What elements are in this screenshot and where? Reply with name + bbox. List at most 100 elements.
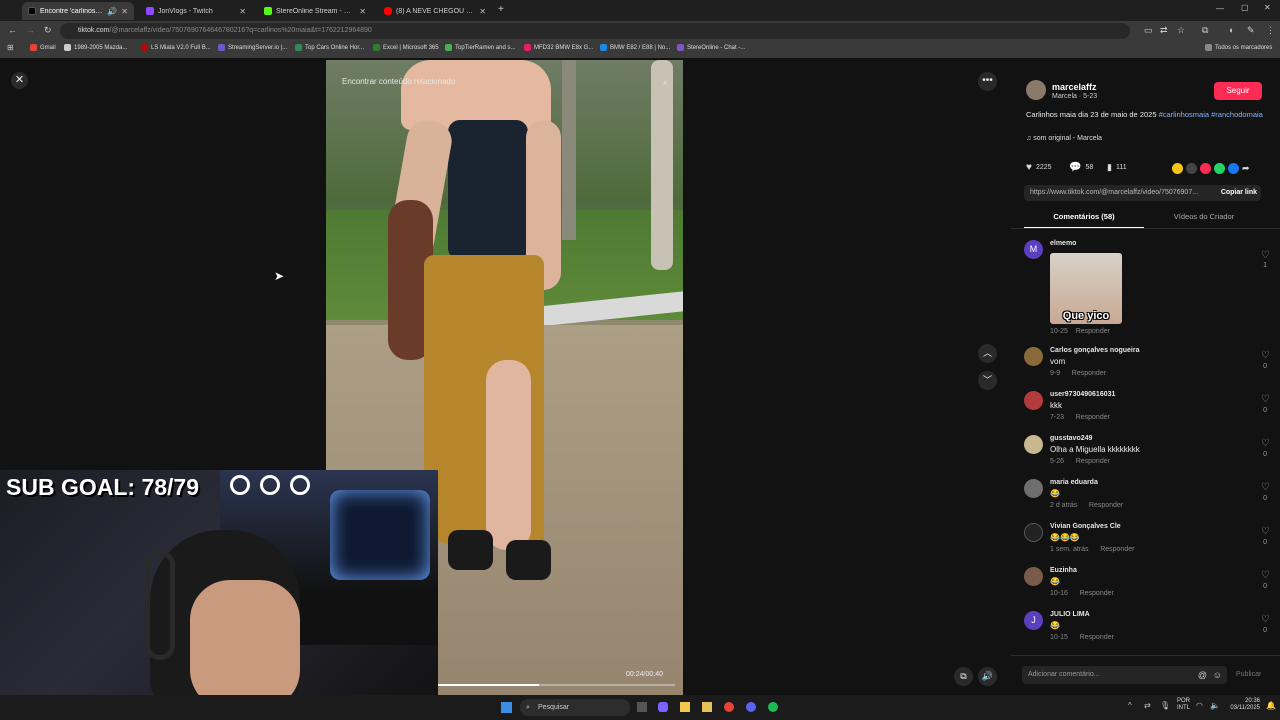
copy-link-button[interactable]: Copiar link <box>1221 185 1257 201</box>
wifi-icon[interactable]: ◠ <box>1196 701 1203 710</box>
apps-grid-icon[interactable]: ⊞ <box>7 43 14 52</box>
reply-button[interactable]: Responder <box>1100 546 1134 553</box>
speaker-icon[interactable]: 🔈 <box>1210 701 1220 710</box>
windows-start-icon[interactable] <box>501 702 512 713</box>
cast-icon[interactable]: ▭ <box>1144 25 1153 36</box>
close-tab-icon[interactable]: ✕ <box>121 7 128 16</box>
related-search-bar[interactable]: Encontrar conteúdo relacionado ⌕ <box>334 74 674 90</box>
hashtag-carlinhosmaia[interactable]: #carlinhosmaia <box>1159 110 1209 119</box>
maximize-icon[interactable]: ▢ <box>1241 3 1249 12</box>
comment-author[interactable]: Vivian Gonçalves Cle <box>1050 523 1121 530</box>
close-tab-icon[interactable]: ✕ <box>479 7 486 16</box>
facebook-icon[interactable] <box>1228 163 1239 174</box>
mention-icon[interactable]: @ <box>1198 666 1207 684</box>
tab-tiktok[interactable]: Encontre 'carlinos maia' no 🔊 ✕ <box>22 2 134 20</box>
send-icon[interactable] <box>1200 163 1211 174</box>
extensions-icon[interactable]: ⧉ <box>1202 25 1208 36</box>
comment-author[interactable]: user9730490616031 <box>1050 391 1115 398</box>
follow-button[interactable]: Seguir <box>1214 82 1262 100</box>
copilot-icon[interactable] <box>658 702 668 712</box>
comment-author[interactable]: Carlos gonçalves nogueira <box>1050 347 1139 354</box>
tray-chevron-icon[interactable]: ^ <box>1128 701 1132 710</box>
close-window-icon[interactable]: ✕ <box>1264 3 1271 12</box>
comment-stat[interactable]: 💬 58 <box>1069 162 1093 173</box>
save-stat[interactable]: ▮ 111 <box>1107 162 1127 173</box>
discord-icon[interactable] <box>746 702 756 712</box>
bookmark-mfd32[interactable]: MFD32 BMW E8x G... <box>524 44 593 51</box>
bookmark-gmail[interactable]: Gmail <box>30 44 56 51</box>
menu-dots-icon[interactable]: ⋮ <box>1266 25 1275 36</box>
comment-input[interactable]: Adicionar comentário... @ ☺ <box>1022 666 1227 684</box>
comment-author[interactable]: elmemo <box>1050 240 1076 247</box>
bookmark-stereonline-chat[interactable]: StereOnline - Chat -... <box>677 44 745 51</box>
tab-twitch[interactable]: JonVlogs - Twitch ✕ <box>140 2 252 20</box>
reply-button[interactable]: Responder <box>1089 502 1123 509</box>
url-field[interactable]: tiktok.com/@marcelaffz/video/75076907646… <box>60 23 1130 39</box>
translate-icon[interactable]: ⇄ <box>1160 25 1168 36</box>
comment-avatar[interactable] <box>1024 479 1043 498</box>
previous-video-button[interactable]: ︿ <box>978 344 997 363</box>
notification-icon[interactable]: 🔔 <box>1266 701 1276 710</box>
close-tab-icon[interactable]: ✕ <box>359 7 366 16</box>
comment-avatar[interactable] <box>1024 391 1043 410</box>
hashtag-ranchodomaia[interactable]: #ranchodomaia <box>1211 110 1263 119</box>
more-options-button[interactable]: ••• <box>978 72 997 91</box>
share-arrow-icon[interactable]: ➦ <box>1242 163 1253 174</box>
new-tab-icon[interactable]: + <box>498 4 504 15</box>
tab-creator-videos[interactable]: Vídeos do Criador <box>1144 210 1264 228</box>
tray-app-icon[interactable]: ⇄ <box>1144 701 1151 710</box>
bookmark-topcars[interactable]: Top Cars Online Hor... <box>295 44 364 51</box>
coin-icon[interactable] <box>1172 163 1183 174</box>
publish-button[interactable]: Publicar <box>1236 671 1261 678</box>
star-icon[interactable]: ☆ <box>1177 25 1185 36</box>
reply-button[interactable]: Responder <box>1080 590 1114 597</box>
bookmark-streamingserver[interactable]: StreamingServer.io |... <box>218 44 287 51</box>
comment-like-heart-icon[interactable]: ♡ <box>1261 570 1270 581</box>
close-tab-icon[interactable]: ✕ <box>239 7 246 16</box>
forward-icon[interactable]: → <box>26 25 35 35</box>
comment-like-heart-icon[interactable]: ♡ <box>1261 482 1270 493</box>
minimize-icon[interactable]: — <box>1216 4 1224 13</box>
file-explorer-icon[interactable] <box>680 702 690 712</box>
comment-author[interactable]: gusstavo249 <box>1050 435 1092 442</box>
reload-icon[interactable]: ↻ <box>44 25 52 36</box>
share-link-url[interactable]: https://www.tiktok.com/@marcelaffz/video… <box>1030 189 1198 196</box>
tab-youtube[interactable]: (8) A NEVE CHEGOU CEDO ESSE ✕ <box>378 2 492 20</box>
spotify-icon[interactable] <box>768 702 778 712</box>
all-bookmarks[interactable]: Todos os marcadores <box>1205 44 1272 51</box>
volume-button[interactable]: 🔊 <box>978 667 997 686</box>
comment-avatar[interactable]: M <box>1024 240 1043 259</box>
comment-like-heart-icon[interactable]: ♡ <box>1261 394 1270 405</box>
embed-icon[interactable] <box>1186 163 1197 174</box>
taskbar-search[interactable]: ⌕ Pesquisar <box>520 699 630 716</box>
search-icon[interactable]: ⌕ <box>663 74 668 90</box>
comment-author[interactable]: maria eduarda <box>1050 479 1098 486</box>
next-video-button[interactable]: ﹀ <box>978 371 997 390</box>
comment-avatar[interactable] <box>1024 523 1043 542</box>
bookmark-excel[interactable]: Excel | Microsoft 365 <box>373 44 439 51</box>
clock[interactable]: 20:36 03/11/2025 <box>1228 698 1260 712</box>
store-icon[interactable] <box>702 702 712 712</box>
emoji-icon[interactable]: ☺ <box>1213 666 1222 684</box>
close-video-button[interactable]: ✕ <box>11 72 28 89</box>
language-indicator[interactable]: POR INTL <box>1177 698 1190 712</box>
bookmark-mazda[interactable]: 1989-2005 Mazda... <box>64 44 127 51</box>
pip-button[interactable]: ⧉ <box>954 667 973 686</box>
bookmark-bmw-e82[interactable]: BMW E82 / E88 | No... <box>600 44 670 51</box>
reply-button[interactable]: Responder <box>1072 370 1106 377</box>
reply-button[interactable]: Responder <box>1080 634 1114 641</box>
comment-author[interactable]: JULIO LIMA <box>1050 611 1090 618</box>
sound-link[interactable]: ♫ som original - Marcela <box>1026 135 1102 142</box>
comment-author[interactable]: Euzinha <box>1050 567 1077 574</box>
comment-like-heart-icon[interactable]: ♡ <box>1261 438 1270 449</box>
comment-like-heart-icon[interactable]: ♡ <box>1261 350 1270 361</box>
tab-stereonline[interactable]: StereOnline Stream - Watch Liv ✕ <box>258 2 372 20</box>
comment-avatar[interactable] <box>1024 435 1043 454</box>
comment-avatar[interactable]: J <box>1024 611 1043 630</box>
whatsapp-icon[interactable] <box>1214 163 1225 174</box>
tab-comments[interactable]: Comentários (58) <box>1024 210 1144 228</box>
edit-icon[interactable]: ✎ <box>1247 25 1255 36</box>
bookmark-toptierramen[interactable]: TopTierRamen and s... <box>445 44 515 51</box>
comment-like-heart-icon[interactable]: ♡ <box>1261 614 1270 625</box>
creator-avatar[interactable] <box>1026 80 1046 100</box>
